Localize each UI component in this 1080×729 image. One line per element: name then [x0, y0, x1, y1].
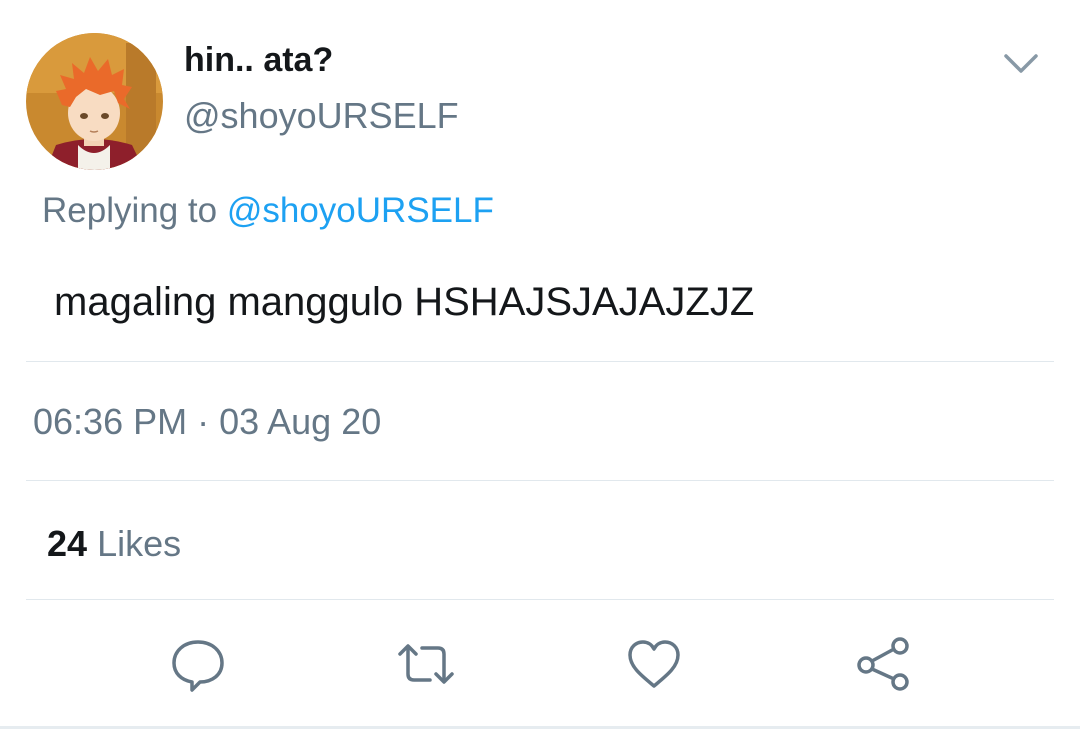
- reply-icon: [172, 640, 224, 692]
- retweet-button[interactable]: [394, 632, 458, 696]
- like-button[interactable]: [622, 632, 686, 696]
- avatar[interactable]: [26, 33, 163, 170]
- reply-mention-link[interactable]: @shoyoURSELF: [227, 191, 494, 230]
- avatar-image: [26, 33, 163, 170]
- replying-to: Replying to @shoyoURSELF: [42, 191, 494, 231]
- chevron-down-icon[interactable]: [996, 46, 1046, 86]
- share-icon: [857, 637, 909, 691]
- retweet-icon: [398, 644, 454, 684]
- likes-count[interactable]: 24 Likes: [47, 523, 181, 565]
- user-handle[interactable]: @shoyoURSELF: [184, 95, 459, 137]
- like-heart-icon: [628, 640, 680, 688]
- divider: [26, 361, 1054, 362]
- tweet-text: magaling manggulo HSHAJSJAJAJZJZ: [54, 280, 755, 324]
- likes-label: Likes: [97, 523, 182, 564]
- likes-number: 24: [47, 523, 88, 564]
- display-name[interactable]: hin.. ata?: [184, 41, 333, 80]
- reply-button[interactable]: [166, 632, 230, 696]
- replying-to-label: Replying to: [42, 191, 218, 230]
- tweet-timestamp: 06:36 PM · 03 Aug 20: [33, 401, 382, 442]
- divider: [26, 599, 1054, 600]
- divider: [26, 480, 1054, 481]
- share-button[interactable]: [851, 632, 915, 696]
